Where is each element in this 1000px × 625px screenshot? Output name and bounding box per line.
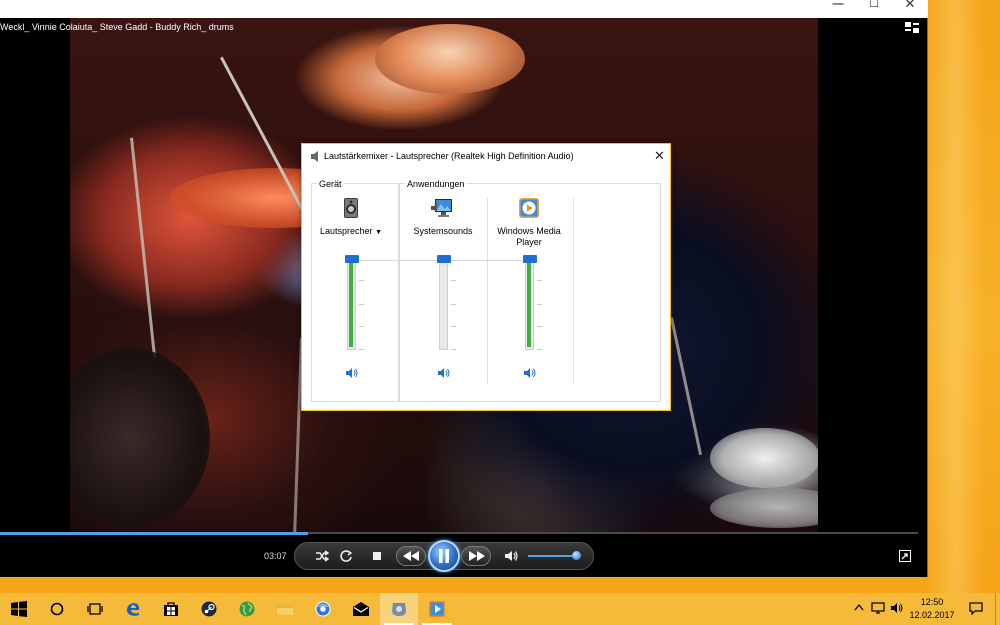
volume-icon[interactable] [503,549,519,563]
fullscreen-icon[interactable] [899,550,911,562]
cortana-button[interactable] [38,593,76,625]
media-player-icon[interactable] [517,196,541,220]
repeat-icon[interactable] [338,549,354,563]
taskbar-edge[interactable] [114,593,152,625]
chevron-down-icon[interactable]: ▼ [375,229,382,236]
system-tray [852,593,906,625]
task-view-button[interactable] [76,593,114,625]
action-center-button[interactable] [962,593,990,625]
seek-bar-progress [0,532,308,535]
mute-speakers-icon[interactable] [345,367,359,379]
start-icon [11,601,27,617]
shuffle-icon[interactable] [314,549,330,563]
store-icon [164,602,178,616]
taskbar-volume-mixer[interactable] [380,593,418,625]
speaker-icon [311,151,318,162]
show-desktop-button[interactable] [995,593,1000,625]
mute-system-sounds-icon[interactable] [437,367,451,379]
taskbar-mail[interactable] [342,593,380,625]
previous-icon [403,551,419,561]
minimize-button[interactable]: — [820,0,856,14]
movie-title: Weckl_ Vinnie Colaiuta_ Steve Gadd - Bud… [0,22,234,32]
clock-date: 12.02.2017 [909,610,955,620]
applications-group-label: Anwendungen [405,179,467,189]
cortana-icon [50,602,64,616]
slider-ticks [451,258,457,350]
stop-icon[interactable] [369,549,385,563]
chrome-icon [315,601,331,617]
slider-ticks [359,258,365,350]
steam-icon [201,601,217,617]
taskbar-steam[interactable] [190,593,228,625]
mixer-title: Lautstärkemixer - Lautsprecher (Realtek … [324,151,574,161]
next-icon [469,551,485,561]
volume-mixer-icon [392,603,406,616]
task-view-icon [87,603,103,615]
volume-level-speakers [349,261,353,347]
speaker-device-icon[interactable] [339,196,363,220]
taskbar-chrome[interactable] [304,593,342,625]
maximize-button[interactable]: ☐ [856,0,892,14]
taskbar-globe[interactable] [228,593,266,625]
chevron-up-icon[interactable] [854,603,864,611]
channel-divider [573,198,574,384]
title-bar: — ☐ ✕ [0,0,928,18]
slider-thumb-windows-media-player[interactable] [523,255,537,263]
taskbar-media-player[interactable] [418,593,456,625]
pause-icon [439,549,449,563]
channel-speakers: Lautsprecher ▼ [307,196,395,396]
volume-slider-fill [528,555,576,557]
edge-icon [127,603,140,616]
clock[interactable]: 12:50 12.02.2017 [905,596,959,622]
file-explorer-icon [277,604,293,615]
switch-to-library-icon[interactable] [905,22,919,34]
channel-label-windows-media-player: Windows Media Player [497,226,561,247]
device-group-label: Gerät [317,179,344,189]
channel-system-sounds: Systemsounds [399,196,487,396]
elapsed-time: 03:07 [264,551,287,561]
channel-label-speakers[interactable]: Lautsprecher ▼ [307,226,395,238]
clock-time: 12:50 [920,597,944,607]
volume-slider-thumb[interactable] [572,551,581,560]
slider-thumb-speakers[interactable] [345,255,359,263]
volume-tray-icon[interactable] [890,602,904,614]
slider-ticks [537,258,543,350]
mute-windows-media-player-icon[interactable] [523,367,537,379]
network-icon[interactable] [871,602,885,614]
channel-label-system-sounds: Systemsounds [413,226,473,236]
volume-mixer-dialog: Lautstärkemixer - Lautsprecher (Realtek … [301,143,671,411]
mixer-title-bar: Lautstärkemixer - Lautsprecher (Realtek … [302,144,670,170]
taskbar-file-explorer[interactable] [266,593,304,625]
close-button[interactable]: ✕ [892,0,928,14]
pause-button[interactable] [428,540,460,572]
previous-button[interactable] [396,546,426,566]
notification-icon [969,602,983,615]
volume-slider-system-sounds[interactable] [439,258,448,350]
slider-thumb-system-sounds[interactable] [437,255,451,263]
mail-icon [353,602,369,616]
system-sounds-icon[interactable] [431,196,455,220]
channel-windows-media-player: Windows Media Player [485,196,573,396]
mixer-close-button[interactable]: ✕ [654,149,665,162]
globe-icon [239,601,255,617]
taskbar-store[interactable] [152,593,190,625]
volume-level-windows-media-player [527,261,531,347]
next-button[interactable] [461,546,491,566]
start-button[interactable] [0,593,38,625]
media-player-icon [429,601,445,617]
